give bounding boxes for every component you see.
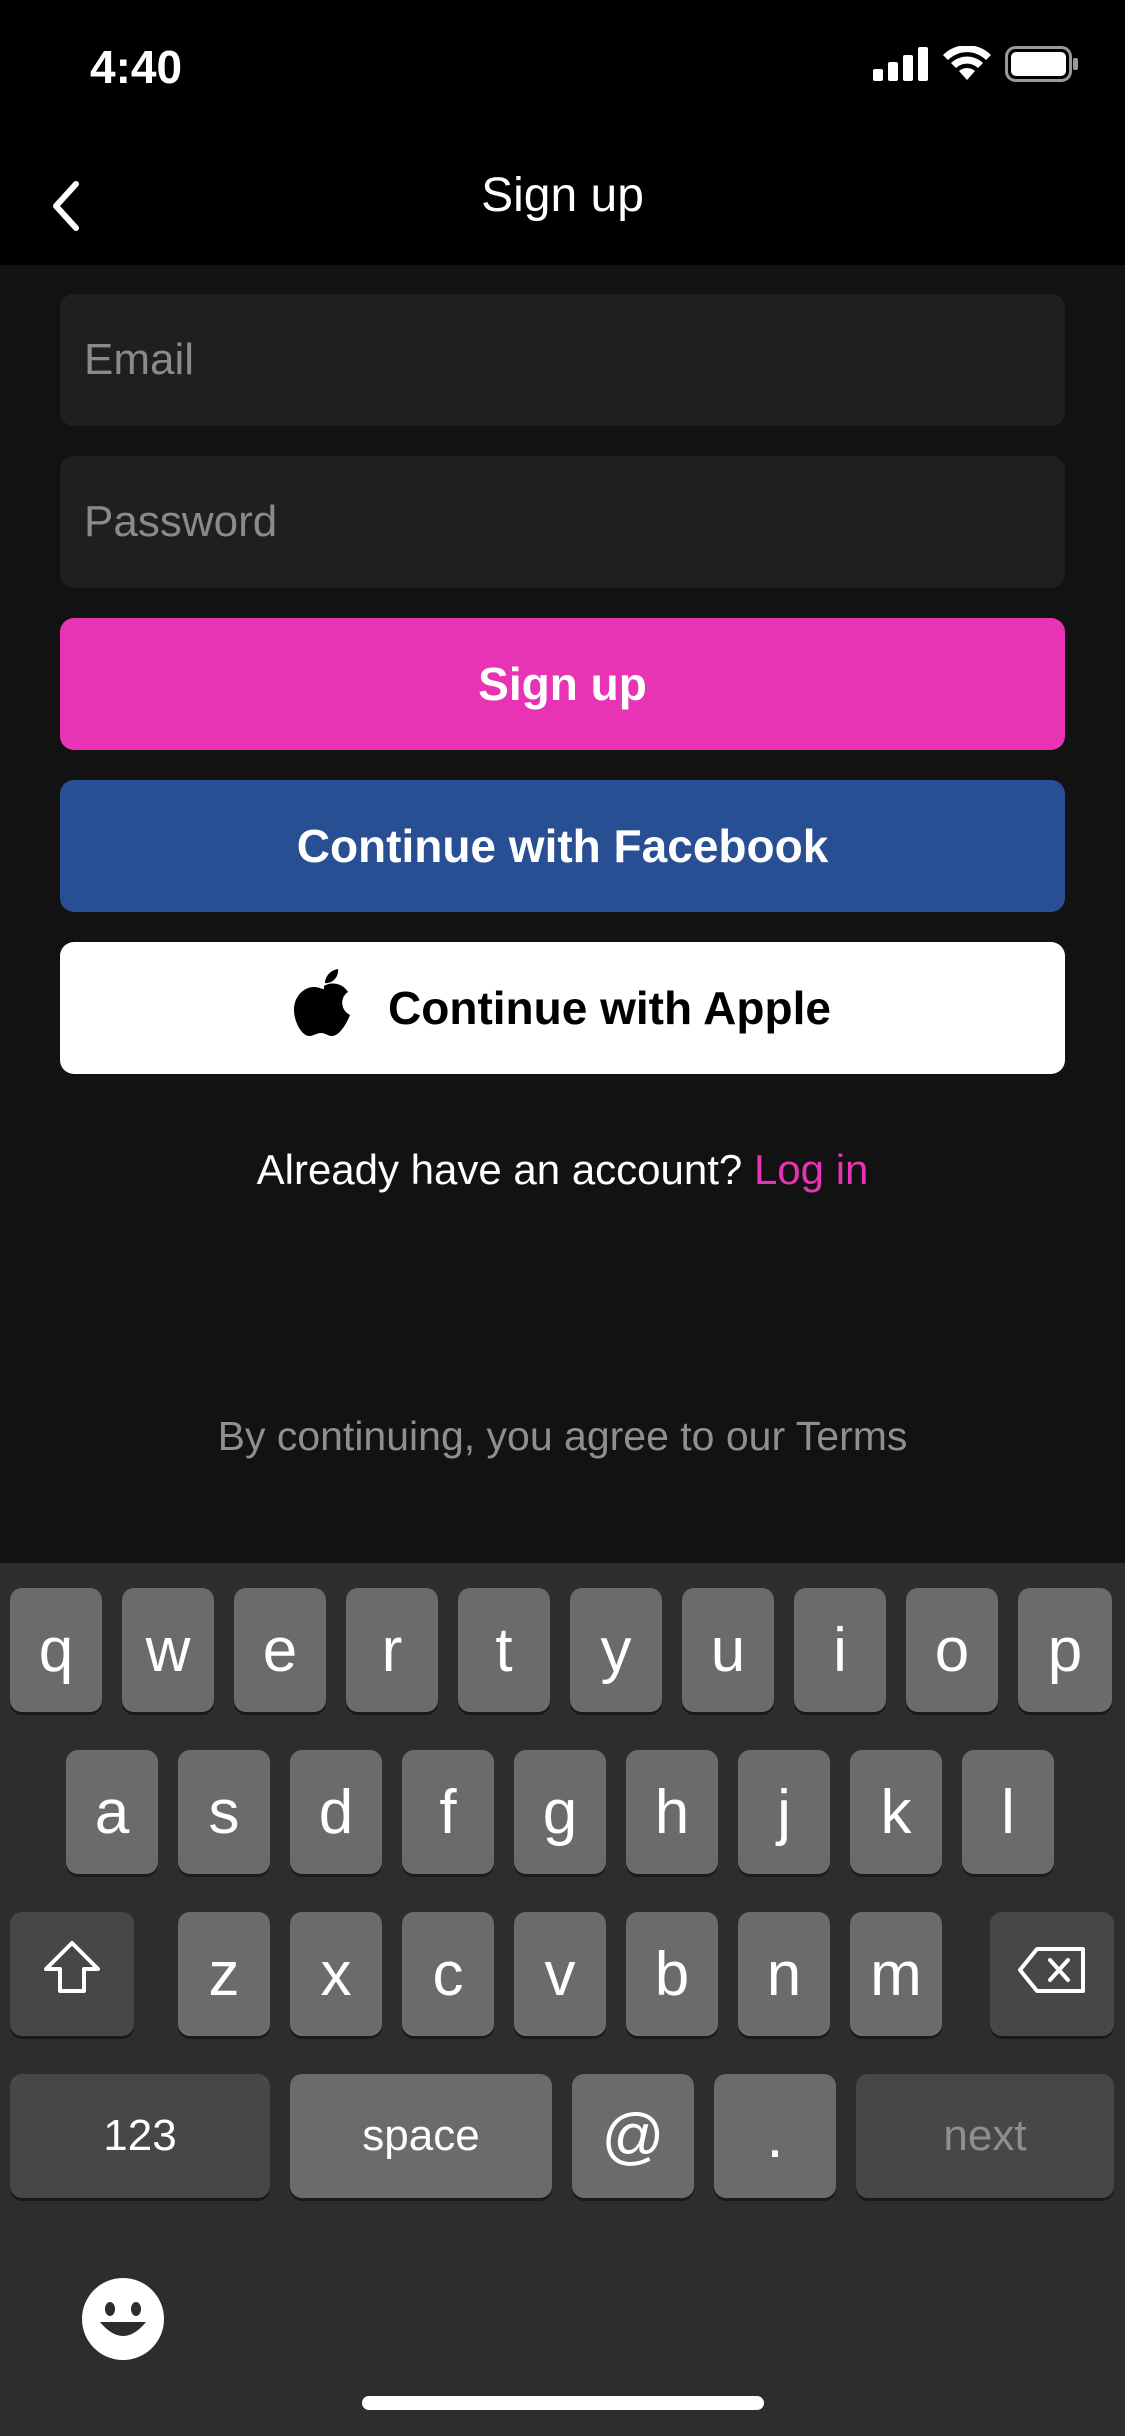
status-time: 4:40 — [90, 41, 183, 93]
signup-button-label: Sign up — [478, 658, 647, 710]
terms-text: By continuing, you agree to our Terms — [217, 1413, 908, 1459]
key-o[interactable]: o — [906, 1588, 998, 1712]
emoji-icon — [80, 2278, 166, 2366]
key-l[interactable]: l — [962, 1750, 1054, 1874]
key-f[interactable]: f — [402, 1750, 494, 1874]
numbers-key[interactable]: 123 — [10, 2074, 270, 2198]
status-icons — [873, 45, 1079, 87]
shift-icon — [42, 1939, 102, 2010]
signal-icon — [873, 47, 929, 86]
delete-key[interactable] — [990, 1912, 1114, 2036]
apple-button-label: Continue with Apple — [388, 982, 831, 1034]
emoji-key[interactable] — [80, 2276, 166, 2362]
shift-key[interactable] — [10, 1912, 134, 2036]
at-key[interactable]: @ — [572, 2074, 694, 2198]
login-link[interactable]: Log in — [754, 1146, 868, 1193]
delete-icon — [1017, 1939, 1087, 2010]
apple-button[interactable]: Continue with Apple — [60, 942, 1065, 1074]
facebook-button[interactable]: Continue with Facebook — [60, 780, 1065, 912]
password-field-container[interactable] — [60, 456, 1065, 588]
key-n[interactable]: n — [738, 1912, 830, 2036]
key-p[interactable]: p — [1018, 1588, 1112, 1712]
login-prompt-text: Already have an account? — [256, 1146, 743, 1193]
space-key[interactable]: space — [290, 2074, 552, 2198]
login-prompt: Already have an account? Log in — [0, 1146, 1125, 1194]
key-q[interactable]: q — [10, 1588, 102, 1712]
page-title: Sign up — [481, 169, 644, 222]
key-h[interactable]: h — [626, 1750, 718, 1874]
key-m[interactable]: m — [850, 1912, 942, 2036]
signup-button[interactable]: Sign up — [60, 618, 1065, 750]
key-d[interactable]: d — [290, 1750, 382, 1874]
home-indicator — [362, 2396, 764, 2410]
email-field[interactable] — [82, 334, 1065, 386]
key-a[interactable]: a — [66, 1750, 158, 1874]
key-u[interactable]: u — [682, 1588, 774, 1712]
apple-logo-icon — [294, 968, 354, 1049]
key-s[interactable]: s — [178, 1750, 270, 1874]
key-y[interactable]: y — [570, 1588, 662, 1712]
key-r[interactable]: r — [346, 1588, 438, 1712]
key-z[interactable]: z — [178, 1912, 270, 2036]
facebook-button-label: Continue with Facebook — [296, 820, 829, 872]
battery-icon — [1005, 46, 1079, 87]
password-field[interactable] — [82, 496, 1065, 548]
dot-key[interactable]: . — [714, 2074, 836, 2198]
key-e[interactable]: e — [234, 1588, 326, 1712]
key-w[interactable]: w — [122, 1588, 214, 1712]
key-k[interactable]: k — [850, 1750, 942, 1874]
email-field-container[interactable] — [60, 294, 1065, 426]
key-x[interactable]: x — [290, 1912, 382, 2036]
key-j[interactable]: j — [738, 1750, 830, 1874]
next-key[interactable]: next — [856, 2074, 1114, 2198]
key-b[interactable]: b — [626, 1912, 718, 2036]
wifi-icon — [943, 45, 991, 87]
key-t[interactable]: t — [458, 1588, 550, 1712]
key-v[interactable]: v — [514, 1912, 606, 2036]
key-i[interactable]: i — [794, 1588, 886, 1712]
key-c[interactable]: c — [402, 1912, 494, 2036]
key-g[interactable]: g — [514, 1750, 606, 1874]
